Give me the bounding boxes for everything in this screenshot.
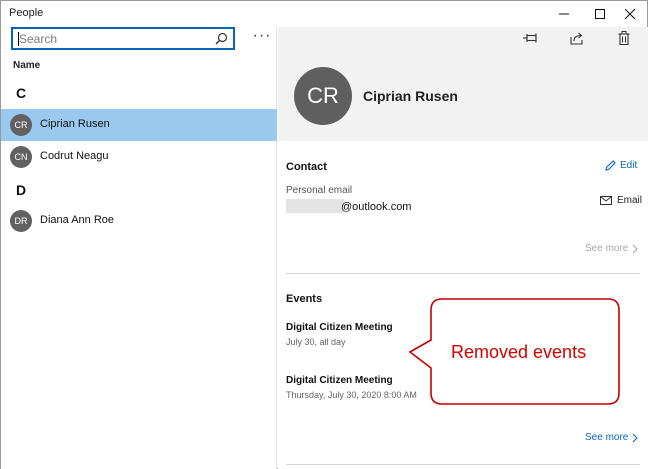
events-section-title: Events — [286, 293, 323, 305]
pin-icon — [523, 33, 537, 43]
contact-detail-pane: CR Ciprian Rusen Contact Edit Personal e… — [278, 27, 648, 469]
see-more-label: See more — [585, 243, 629, 254]
maximize-icon — [595, 9, 605, 19]
email-value[interactable]: @outlook.com — [341, 201, 411, 213]
contacts-pane: Search ··· Name C CR Ciprian Rusen CN Co… — [1, 27, 277, 469]
email-action-button[interactable]: Email — [600, 195, 642, 206]
annotation-text: Removed events — [451, 342, 587, 362]
avatar: DR — [10, 210, 32, 232]
search-input[interactable]: Search — [19, 32, 57, 46]
share-button[interactable] — [568, 29, 586, 47]
minimize-icon — [559, 13, 569, 15]
event-title[interactable]: Digital Citizen Meeting — [286, 375, 393, 386]
avatar: CR — [10, 114, 32, 136]
contact-row[interactable]: CN Codrut Neagu — [1, 141, 277, 173]
more-options-button[interactable]: ··· — [251, 28, 273, 49]
redacted-email-block — [286, 199, 344, 213]
group-letter-d: D — [16, 182, 27, 198]
events-see-more-link[interactable]: See more — [585, 432, 639, 443]
email-action-label: Email — [617, 195, 643, 206]
chevron-right-icon — [632, 244, 639, 253]
pin-button[interactable] — [522, 29, 540, 47]
edit-label: Edit — [620, 160, 638, 171]
event-date: Thursday, July 30, 2020 8:00 AM — [286, 390, 417, 400]
close-icon — [625, 9, 635, 19]
contact-name: Diana Ann Roe — [40, 214, 114, 226]
close-button[interactable] — [613, 1, 647, 27]
pencil-icon — [605, 160, 616, 171]
window-title: People — [9, 7, 44, 19]
section-divider — [286, 464, 640, 465]
contact-section-title: Contact — [286, 161, 327, 173]
contact-row[interactable]: DR Diana Ann Roe — [1, 205, 277, 237]
email-field-label: Personal email — [286, 185, 353, 196]
search-box[interactable]: Search — [11, 27, 235, 50]
contact-row[interactable]: CR Ciprian Rusen — [1, 109, 277, 141]
edit-button[interactable]: Edit — [605, 160, 637, 171]
section-divider — [286, 273, 640, 274]
share-icon — [570, 32, 583, 45]
name-column-header: Name — [13, 60, 41, 71]
event-date: July 30, all day — [286, 337, 346, 347]
event-title[interactable]: Digital Citizen Meeting — [286, 322, 393, 333]
avatar: CN — [10, 146, 32, 168]
maximize-button[interactable] — [583, 1, 617, 27]
profile-header: CR Ciprian Rusen — [278, 27, 648, 141]
text-caret — [18, 32, 19, 46]
group-letter-c: C — [16, 85, 27, 101]
contact-name: Codrut Neagu — [40, 150, 109, 162]
profile-name: Ciprian Rusen — [363, 88, 458, 104]
delete-button[interactable] — [615, 29, 633, 47]
contact-name: Ciprian Rusen — [40, 118, 110, 130]
profile-avatar: CR — [294, 67, 352, 125]
contact-see-more-link[interactable]: See more — [585, 243, 639, 254]
minimize-button[interactable] — [547, 1, 581, 27]
people-window: People Search ··· Name C CR Ciprian Ruse… — [0, 0, 648, 469]
trash-icon — [618, 31, 630, 45]
chevron-right-icon — [632, 433, 639, 442]
mail-icon — [600, 196, 612, 205]
see-more-label: See more — [585, 432, 629, 443]
search-icon[interactable] — [215, 32, 228, 45]
title-bar: People — [1, 1, 647, 27]
